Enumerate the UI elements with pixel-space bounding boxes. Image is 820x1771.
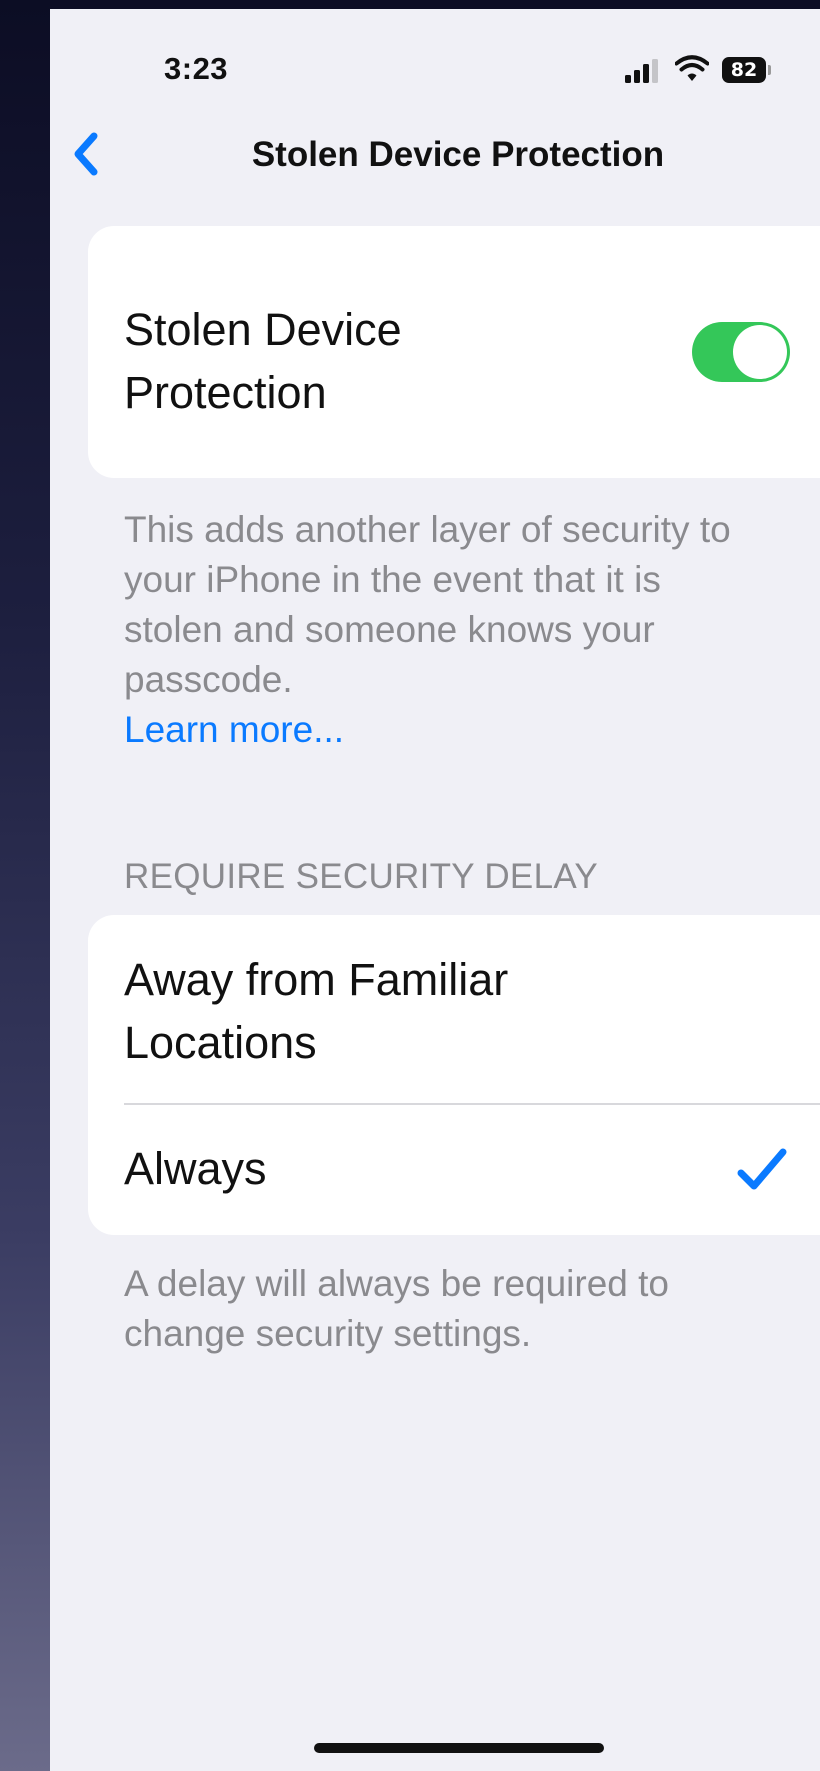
battery-icon: 82 [722, 57, 771, 83]
security-delay-footer: A delay will always be required to chang… [124, 1263, 670, 1354]
navigation-bar: Stolen Device Protection [50, 109, 820, 199]
protection-description-text: This adds another layer of security to y… [124, 509, 731, 700]
phone-screen: 3:23 82 Stolen Device Protection Stolen … [50, 9, 820, 1771]
cellular-signal-icon [625, 59, 659, 83]
learn-more-link[interactable]: Learn more... [124, 705, 764, 755]
status-icons: 82 [625, 53, 795, 87]
option-away-from-familiar-locations[interactable]: Away from Familiar Locations [88, 915, 820, 1103]
option-always[interactable]: Always [88, 1104, 820, 1235]
status-time: 3:23 [164, 51, 229, 86]
checkmark-icon [737, 1148, 787, 1190]
protection-toggle-card: Stolen Device Protection [88, 226, 820, 478]
battery-level: 82 [730, 59, 758, 81]
wifi-icon [675, 55, 709, 81]
security-delay-section-header: REQUIRE SECURITY DELAY [124, 857, 599, 896]
security-delay-options: Away from Familiar Locations Always [88, 915, 820, 1235]
home-indicator[interactable] [314, 1743, 604, 1753]
protection-description: This adds another layer of security to y… [124, 505, 764, 755]
protection-toggle-label: Stolen Device Protection [124, 304, 402, 418]
toggle-knob [733, 325, 787, 379]
page-title: Stolen Device Protection [251, 135, 665, 174]
option-label: Away from Familiar Locations [124, 954, 509, 1068]
stolen-device-protection-toggle[interactable] [692, 322, 790, 382]
option-label: Always [124, 1143, 267, 1194]
